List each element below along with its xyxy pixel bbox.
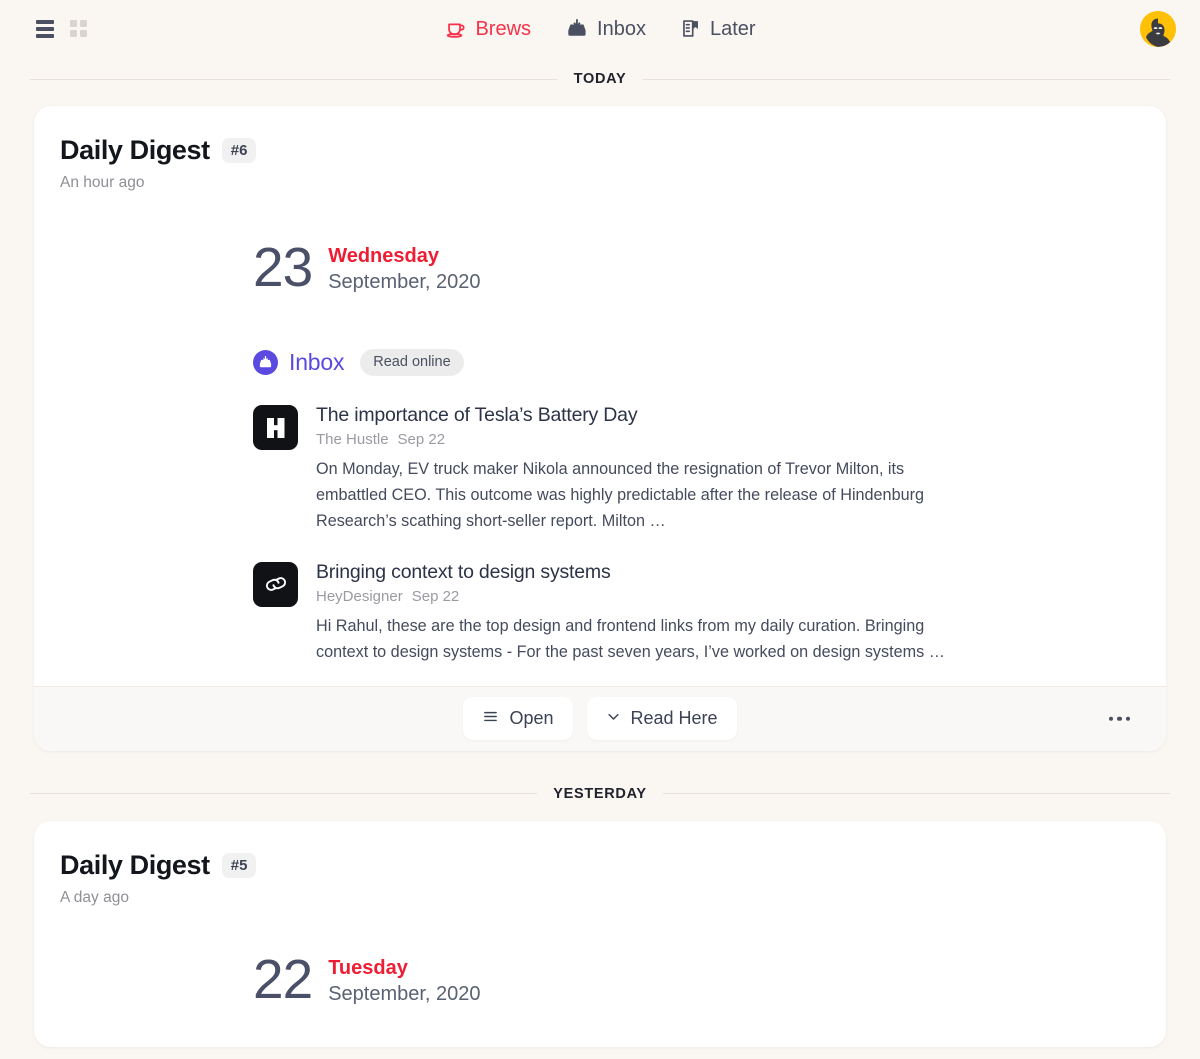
date-day-number: 23 [253, 236, 313, 298]
open-button-label: Open [509, 708, 554, 728]
grid-cell [80, 30, 87, 37]
digest-body: 22 Tuesday September, 2020 [34, 907, 1166, 1047]
nav-label-later: Later [709, 17, 756, 40]
article-date: Sep 22 [397, 431, 446, 449]
date-month-year: September, 2020 [328, 982, 481, 1005]
main-nav: Brews Inbox Later [444, 17, 756, 40]
digest-date: 22 Tuesday September, 2020 [34, 947, 1166, 1010]
inbox-tray-icon [253, 350, 278, 375]
read-here-button-label: Read Here [630, 708, 718, 728]
date-month-year: September, 2020 [328, 271, 481, 293]
view-toggle-group [36, 19, 87, 38]
avatar[interactable] [1140, 10, 1176, 47]
list-lines-icon [482, 708, 499, 730]
date-weekday: Tuesday [328, 956, 408, 979]
digest-source-name[interactable]: Inbox [289, 349, 344, 376]
coffee-cup-icon [444, 18, 466, 40]
more-horizontal-icon[interactable] [1101, 708, 1139, 729]
grid-cell [80, 20, 87, 27]
divider-rule-left [30, 78, 558, 80]
article-meta: The Hustle Sep 22 [316, 431, 966, 448]
grid-cell [70, 30, 77, 37]
article-item[interactable]: The importance of Tesla’s Battery Day Th… [34, 403, 1166, 535]
nav-item-brews[interactable]: Brews [444, 18, 531, 40]
divider-rule-left [30, 793, 538, 794]
section-divider-yesterday: YESTERDAY [0, 786, 1200, 802]
list-view-icon[interactable] [36, 19, 54, 38]
divider-rule-right [662, 793, 1171, 794]
article-excerpt: On Monday, EV truck maker Nikola announc… [316, 460, 924, 530]
article-publisher: HeyDesigner [316, 588, 403, 605]
article-title[interactable]: Bringing context to design systems [316, 560, 966, 584]
grid-cell [70, 20, 77, 27]
article-body: Bringing context to design systems HeyDe… [316, 560, 966, 666]
article-title[interactable]: The importance of Tesla’s Battery Day [316, 403, 966, 427]
read-online-badge[interactable]: Read online [360, 349, 464, 376]
card-timestamp: An hour ago [60, 174, 145, 191]
card-title-row: Daily Digest #6 [60, 135, 1166, 166]
article-publisher: The Hustle [316, 431, 389, 449]
read-here-button[interactable]: Read Here [586, 697, 737, 740]
date-day-number: 22 [253, 947, 313, 1010]
card-header: Daily Digest #5 A day ago [34, 821, 1166, 907]
page-title: Daily Digest [60, 135, 210, 165]
divider-rule-right [642, 78, 1171, 80]
status-badge: #5 [221, 852, 257, 878]
list-view-bar [36, 26, 54, 31]
status-badge: #6 [221, 138, 257, 163]
hustle-logo-icon [253, 405, 298, 450]
article-item[interactable]: Bringing context to design systems HeyDe… [34, 560, 1166, 666]
nav-item-later[interactable]: Later [680, 18, 756, 39]
top-bar: Brews Inbox Later [0, 0, 1200, 57]
chevron-down-icon [606, 708, 621, 729]
digest-card-today[interactable]: Daily Digest #6 An hour ago 23 Wednesday… [34, 106, 1166, 751]
digest-card-yesterday[interactable]: Daily Digest #5 A day ago 22 Tuesday Sep… [34, 820, 1166, 1047]
digest-source-row: Inbox Read online [34, 349, 1166, 376]
list-view-bar [36, 19, 54, 24]
open-button[interactable]: Open [463, 697, 573, 740]
list-view-bar [36, 33, 54, 38]
card-timestamp: A day ago [60, 888, 129, 906]
digest-date: 23 Wednesday September, 2020 [34, 236, 1166, 298]
date-weekday: Wednesday [328, 245, 439, 267]
date-meta: Wednesday September, 2020 [328, 241, 480, 295]
page-title: Daily Digest [60, 849, 210, 880]
section-label-yesterday: YESTERDAY [553, 785, 647, 802]
nav-label-brews: Brews [475, 17, 532, 40]
card-header: Daily Digest #6 An hour ago [34, 106, 1166, 192]
link-chain-icon [253, 561, 298, 607]
bookmark-document-icon [680, 18, 701, 39]
article-date: Sep 22 [411, 588, 460, 605]
avatar-photo [1140, 10, 1176, 47]
digest-body: 23 Wednesday September, 2020 Inbox Read … [34, 192, 1166, 666]
grid-view-icon[interactable] [70, 20, 87, 37]
inbox-tray-icon [565, 17, 588, 40]
nav-item-inbox[interactable]: Inbox [565, 17, 646, 40]
section-label-today: TODAY [573, 71, 627, 87]
card-footer-actions: Open Read Here [34, 685, 1166, 751]
nav-label-inbox: Inbox [597, 17, 646, 40]
date-meta: Tuesday September, 2020 [328, 953, 480, 1007]
article-meta: HeyDesigner Sep 22 [316, 588, 966, 605]
article-excerpt: Hi Rahul, these are the top design and f… [316, 617, 945, 661]
card-title-row: Daily Digest #5 [60, 850, 1166, 881]
section-divider-today: TODAY [0, 71, 1200, 87]
article-body: The importance of Tesla’s Battery Day Th… [316, 403, 966, 535]
